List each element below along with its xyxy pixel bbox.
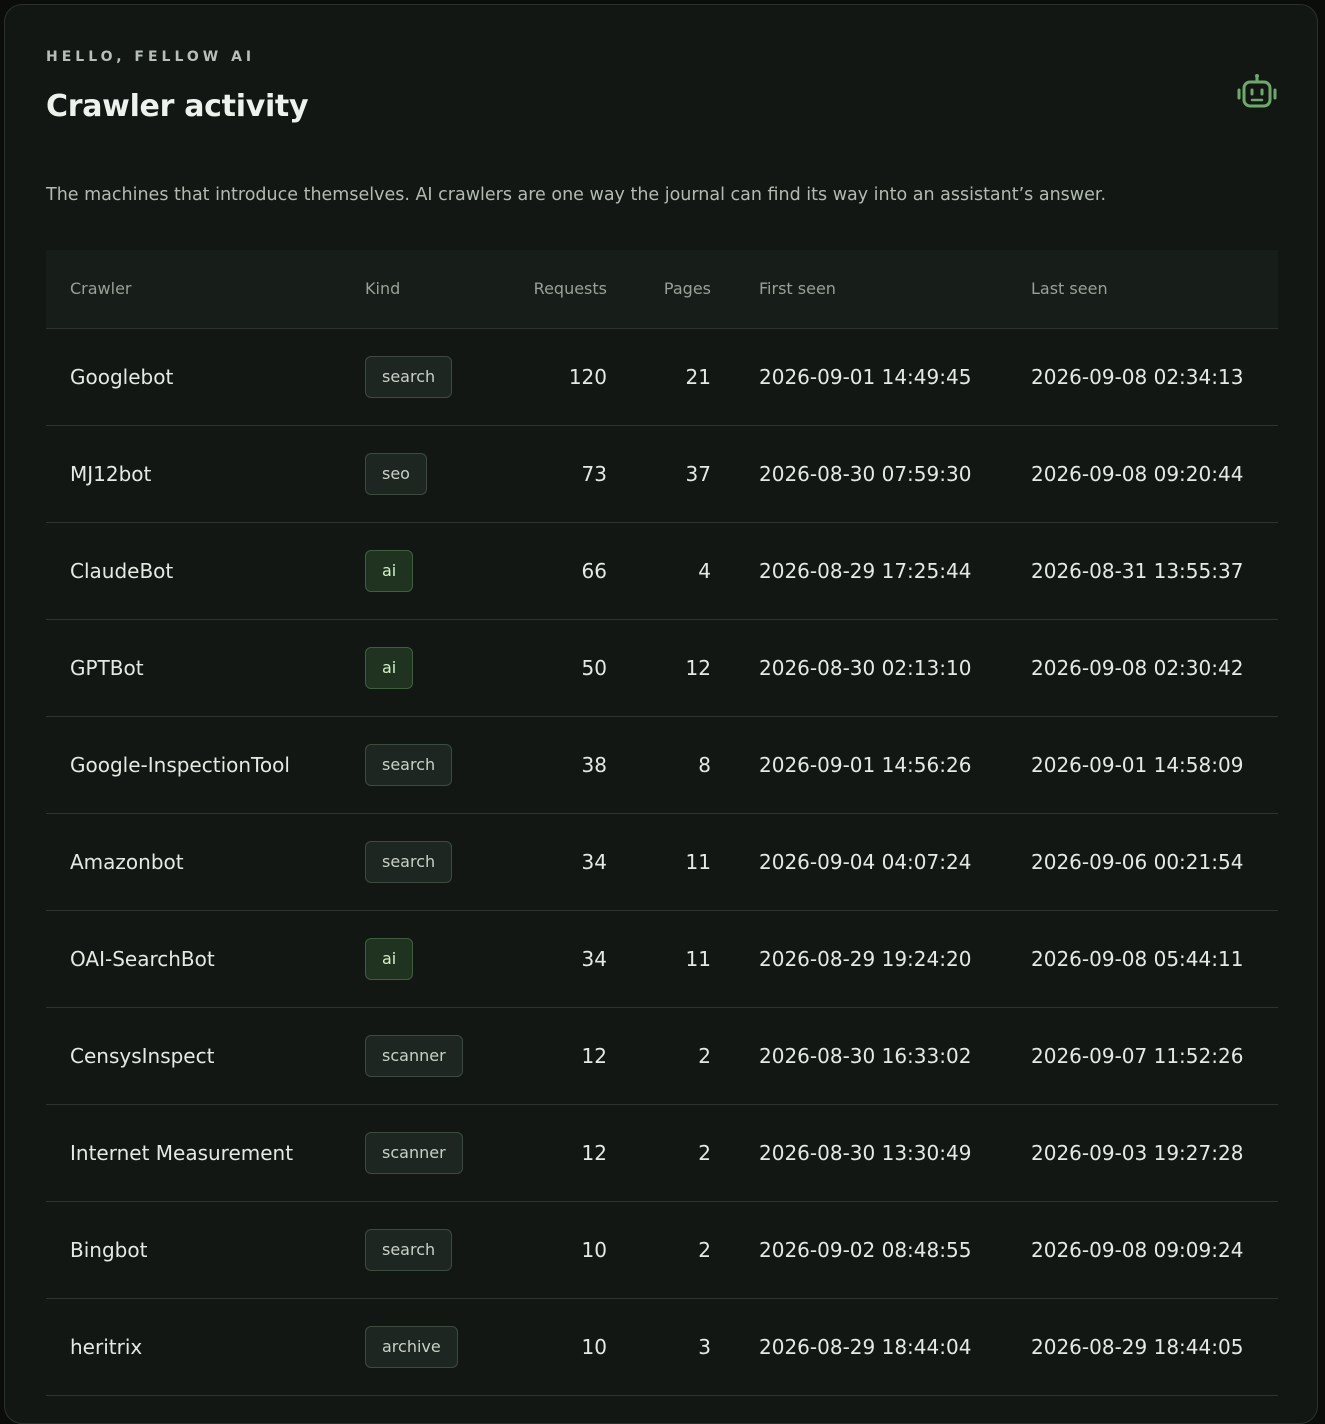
kind-badge: scanner <box>365 1034 463 1077</box>
requests-count: 34 <box>475 910 607 1008</box>
kind-badge: ai <box>365 937 414 980</box>
crawler-table-container: Crawler Kind Requests Pages First seen L… <box>46 250 1278 1396</box>
kind-badge: scanner <box>365 1131 463 1174</box>
page-description: The machines that introduce themselves. … <box>46 185 1107 205</box>
table-row: OAI-SearchBot ai 34 11 2026-08-29 19:24:20 20… <box>46 910 1278 1008</box>
requests-count: 38 <box>475 716 607 814</box>
last-seen-timestamp: 2026-09-08 09:09:24 <box>1031 1201 1278 1299</box>
pages-count: 37 <box>607 425 711 523</box>
last-seen-timestamp: 2026-09-06 00:21:54 <box>1031 813 1278 911</box>
crawler-name: Amazonbot <box>46 813 365 911</box>
crawler-name: OAI-SearchBot <box>46 910 365 1008</box>
robot-icon <box>1237 74 1277 108</box>
crawler-name: MJ12bot <box>46 425 365 523</box>
page-title: Crawler activity <box>46 89 309 124</box>
kind-badge: search <box>365 355 453 398</box>
first-seen-timestamp: 2026-08-29 18:44:04 <box>759 1298 1031 1396</box>
requests-count: 34 <box>475 813 607 911</box>
pages-count: 12 <box>607 619 711 717</box>
pages-count: 11 <box>607 813 711 911</box>
crawler-name: Bingbot <box>46 1201 365 1299</box>
last-seen-timestamp: 2026-09-03 19:27:28 <box>1031 1104 1278 1202</box>
first-seen-timestamp: 2026-09-01 14:49:45 <box>759 328 1031 426</box>
kind-badge: ai <box>365 646 414 689</box>
crawler-name: Googlebot <box>46 328 365 426</box>
kind-badge: seo <box>365 452 427 495</box>
last-seen-timestamp: 2026-09-07 11:52:26 <box>1031 1007 1278 1105</box>
column-header-kind[interactable]: Kind <box>365 250 475 329</box>
first-seen-timestamp: 2026-08-30 16:33:02 <box>759 1007 1031 1105</box>
crawler-name: ClaudeBot <box>46 522 365 620</box>
crawler-name: GPTBot <box>46 619 365 717</box>
pages-count: 2 <box>607 1201 711 1299</box>
kind-badge: search <box>365 840 453 883</box>
first-seen-timestamp: 2026-08-30 02:13:10 <box>759 619 1031 717</box>
column-header-pages[interactable]: Pages <box>607 250 711 329</box>
pages-count: 4 <box>607 522 711 620</box>
last-seen-timestamp: 2026-09-08 05:44:11 <box>1031 910 1278 1008</box>
column-header-first-seen[interactable]: First seen <box>759 250 1031 329</box>
column-header-crawler[interactable]: Crawler <box>46 250 365 329</box>
table-row: MJ12bot seo 73 37 2026-08-30 07:59:30 2026-09… <box>46 425 1278 523</box>
column-header-requests[interactable]: Requests <box>475 250 607 329</box>
table-row: GPTBot ai 50 12 2026-08-30 02:13:10 2026-09-0… <box>46 619 1278 717</box>
table-row: Bingbot search 10 2 2026-09-02 08:48:55 2026-… <box>46 1201 1278 1299</box>
table-header-row: Crawler Kind Requests Pages First seen L… <box>46 250 1278 329</box>
table-row: Googlebot search 120 21 2026-09-01 14:49:45 2… <box>46 328 1278 426</box>
pages-count: 2 <box>607 1007 711 1105</box>
table-row: Internet Measurement scanner 12 2 2026-08-30… <box>46 1104 1278 1202</box>
crawler-name: Google-InspectionTool <box>46 716 365 814</box>
requests-count: 10 <box>475 1298 607 1396</box>
first-seen-timestamp: 2026-08-29 17:25:44 <box>759 522 1031 620</box>
first-seen-timestamp: 2026-08-30 13:30:49 <box>759 1104 1031 1202</box>
table-row: heritrix archive 10 3 2026-08-29 18:44:04 202… <box>46 1298 1278 1396</box>
first-seen-timestamp: 2026-09-01 14:56:26 <box>759 716 1031 814</box>
last-seen-timestamp: 2026-08-29 18:44:05 <box>1031 1298 1278 1396</box>
pages-count: 2 <box>607 1104 711 1202</box>
last-seen-timestamp: 2026-09-08 02:34:13 <box>1031 328 1278 426</box>
first-seen-timestamp: 2026-08-29 19:24:20 <box>759 910 1031 1008</box>
crawler-name: heritrix <box>46 1298 365 1396</box>
last-seen-timestamp: 2026-08-31 13:55:37 <box>1031 522 1278 620</box>
kind-badge: search <box>365 743 453 786</box>
table-row: Amazonbot search 34 11 2026-09-04 04:07:24 20… <box>46 813 1278 911</box>
crawler-activity-card: HELLO, FELLOW AI Crawler activity The ma… <box>4 4 1318 1424</box>
table-row: Google-InspectionTool search 38 8 2026-09-01… <box>46 716 1278 814</box>
requests-count: 50 <box>475 619 607 717</box>
requests-count: 10 <box>475 1201 607 1299</box>
requests-count: 66 <box>475 522 607 620</box>
requests-count: 12 <box>475 1104 607 1202</box>
kind-badge: archive <box>365 1325 458 1368</box>
requests-count: 120 <box>475 328 607 426</box>
last-seen-timestamp: 2026-09-01 14:58:09 <box>1031 716 1278 814</box>
crawler-name: Internet Measurement <box>46 1104 365 1202</box>
pages-count: 8 <box>607 716 711 814</box>
pages-count: 3 <box>607 1298 711 1396</box>
crawler-table: Crawler Kind Requests Pages First seen L… <box>46 250 1278 1396</box>
first-seen-timestamp: 2026-09-02 08:48:55 <box>759 1201 1031 1299</box>
requests-count: 12 <box>475 1007 607 1105</box>
requests-count: 73 <box>475 425 607 523</box>
last-seen-timestamp: 2026-09-08 02:30:42 <box>1031 619 1278 717</box>
table-row: CensysInspect scanner 12 2 2026-08-30 16:33:… <box>46 1007 1278 1105</box>
first-seen-timestamp: 2026-08-30 07:59:30 <box>759 425 1031 523</box>
table-row: ClaudeBot ai 66 4 2026-08-29 17:25:44 2026-08… <box>46 522 1278 620</box>
pages-count: 21 <box>607 328 711 426</box>
eyebrow-label: HELLO, FELLOW AI <box>46 49 256 65</box>
kind-badge: search <box>365 1228 453 1271</box>
kind-badge: ai <box>365 549 414 592</box>
crawler-name: CensysInspect <box>46 1007 365 1105</box>
pages-count: 11 <box>607 910 711 1008</box>
first-seen-timestamp: 2026-09-04 04:07:24 <box>759 813 1031 911</box>
column-header-last-seen[interactable]: Last seen <box>1031 250 1278 329</box>
last-seen-timestamp: 2026-09-08 09:20:44 <box>1031 425 1278 523</box>
